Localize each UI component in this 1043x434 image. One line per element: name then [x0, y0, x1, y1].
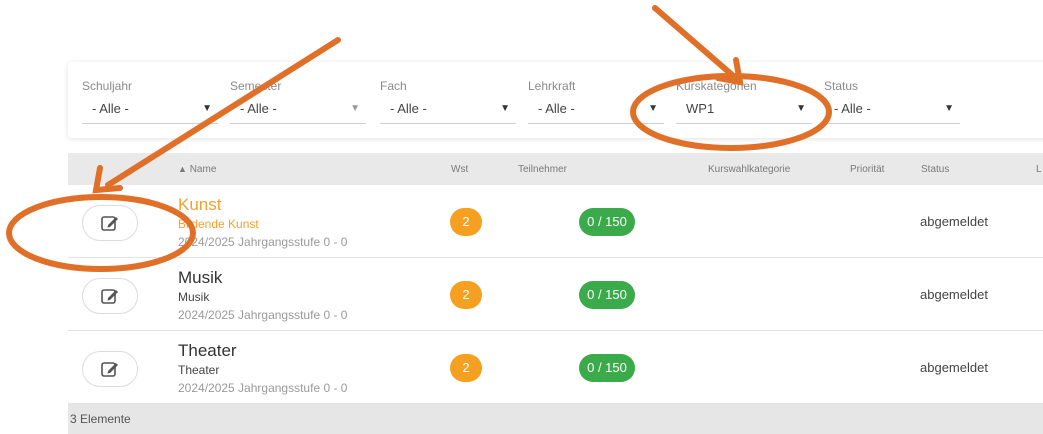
select-value: - Alle - — [240, 101, 277, 116]
filter-fach: Fach - Alle - ▼ — [380, 78, 516, 124]
filter-semester: Semester - Alle - ▼ — [230, 78, 366, 124]
course-subject: Theater — [178, 363, 220, 377]
course-title[interactable]: Theater — [178, 341, 237, 361]
lehrkraft-select[interactable]: - Alle - ▼ — [528, 94, 664, 124]
status-text: abgemeldet — [920, 360, 988, 375]
filter-status: Status - Alle - ▼ — [824, 78, 960, 124]
filter-panel: Schuljahr - Alle - ▼ Semester - Alle - ▼… — [68, 62, 1043, 138]
select-value: - Alle - — [834, 101, 871, 116]
participants-badge: 0 / 150 — [579, 281, 635, 309]
select-value: - Alle - — [92, 101, 129, 116]
wst-badge: 2 — [450, 354, 482, 382]
column-header-more[interactable]: L — [1036, 164, 1042, 175]
sort-asc-icon: ▲ — [178, 164, 187, 174]
column-header-wst[interactable]: Wst — [451, 164, 468, 175]
table-row[interactable]: Theater Theater 2024/2025 Jahrgangsstufe… — [68, 331, 1043, 404]
edit-button[interactable] — [82, 278, 138, 314]
edit-icon — [101, 362, 118, 377]
column-header-prioritaet[interactable]: Priorität — [850, 164, 884, 175]
status-select[interactable]: - Alle - ▼ — [824, 94, 960, 124]
column-header-label: Name — [189, 164, 217, 175]
table-row[interactable]: Musik Musik 2024/2025 Jahrgangsstufe 0 -… — [68, 258, 1043, 331]
course-table: ▲ Name Wst Teilnehmer Kurswahlkategorie … — [68, 153, 1043, 434]
select-value: - Alle - — [390, 101, 427, 116]
caret-down-icon: ▼ — [648, 103, 658, 114]
filter-schuljahr: Schuljahr - Alle - ▼ — [82, 78, 218, 124]
filter-label: Semester — [230, 79, 282, 93]
filter-kurskategorien: Kurskategorien WP1 ▼ — [676, 78, 812, 124]
filter-label: Status — [824, 79, 859, 93]
kurskategorien-select[interactable]: WP1 ▼ — [676, 94, 812, 124]
select-value: - Alle - — [538, 101, 575, 116]
column-header-teilnehmer[interactable]: Teilnehmer — [518, 164, 567, 175]
course-subject: Musik — [178, 290, 210, 304]
select-value: WP1 — [686, 101, 715, 116]
caret-down-icon: ▼ — [202, 103, 212, 114]
status-text: abgemeldet — [920, 214, 988, 229]
course-meta: 2024/2025 Jahrgangsstufe 0 - 0 — [178, 235, 348, 249]
filter-lehrkraft: Lehrkraft - Alle - ▼ — [528, 78, 664, 124]
course-meta: 2024/2025 Jahrgangsstufe 0 - 0 — [178, 381, 348, 395]
edit-icon — [101, 216, 118, 231]
fach-select[interactable]: - Alle - ▼ — [380, 94, 516, 124]
course-meta: 2024/2025 Jahrgangsstufe 0 - 0 — [178, 308, 348, 322]
column-header-name[interactable]: ▲ Name — [178, 164, 216, 175]
table-row[interactable]: Kunst Bildende Kunst 2024/2025 Jahrgangs… — [68, 185, 1043, 258]
edit-icon — [101, 289, 118, 304]
caret-down-icon: ▼ — [944, 103, 954, 114]
caret-down-icon: ▼ — [796, 103, 806, 114]
semester-select[interactable]: - Alle - ▼ — [230, 94, 366, 124]
table-header: ▲ Name Wst Teilnehmer Kurswahlkategorie … — [68, 153, 1043, 185]
caret-down-icon: ▼ — [350, 103, 360, 114]
course-title[interactable]: Musik — [178, 268, 222, 288]
course-subject: Bildende Kunst — [178, 217, 259, 231]
filter-label: Lehrkraft — [528, 79, 576, 93]
participants-badge: 0 / 150 — [579, 208, 635, 236]
column-header-kurswahlkategorie[interactable]: Kurswahlkategorie — [708, 164, 790, 175]
filter-label: Kurskategorien — [676, 79, 757, 93]
edit-button[interactable] — [82, 205, 138, 241]
filter-label: Fach — [380, 79, 407, 93]
schuljahr-select[interactable]: - Alle - ▼ — [82, 94, 218, 124]
wst-badge: 2 — [450, 208, 482, 236]
filter-label: Schuljahr — [82, 79, 133, 93]
status-text: abgemeldet — [920, 287, 988, 302]
column-header-status[interactable]: Status — [921, 164, 949, 175]
caret-down-icon: ▼ — [500, 103, 510, 114]
participants-badge: 0 / 150 — [579, 354, 635, 382]
wst-badge: 2 — [450, 281, 482, 309]
course-title[interactable]: Kunst — [178, 195, 221, 215]
edit-button[interactable] — [82, 351, 138, 387]
